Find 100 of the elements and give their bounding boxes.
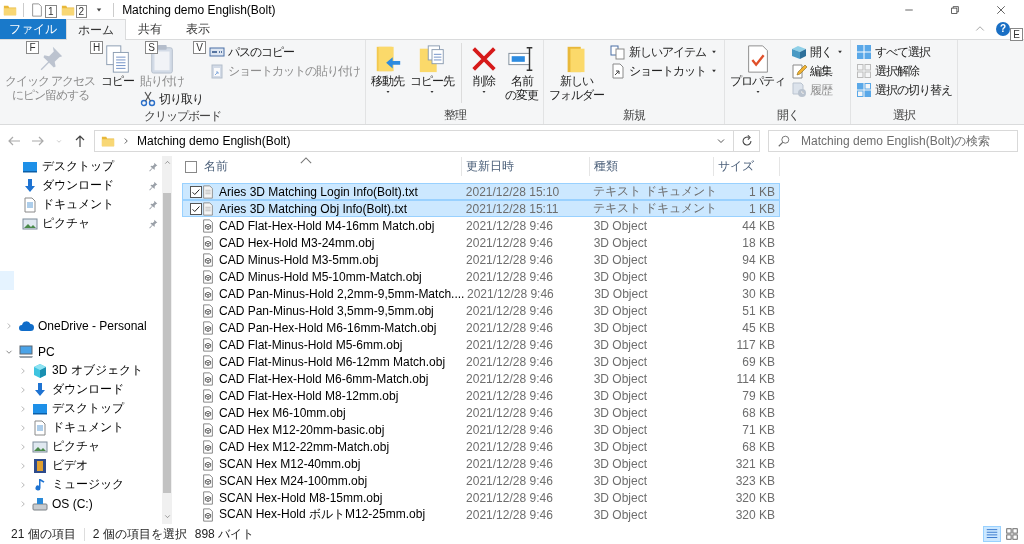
file-row[interactable]: CAD Flat-Hex-Hold M4-16mm Match.obj 2021/12/28 9:46 3D Object 44 KB xyxy=(182,217,780,234)
file-row[interactable]: CAD Flat-Minus-Hold M6-12mm Match.obj 2021/12/28 9:46 3D Object 69 KB xyxy=(182,353,780,370)
table-cell-text: 30 KB xyxy=(741,286,776,301)
ribbon-button[interactable]: 開く xyxy=(789,43,848,61)
file-name: CAD Hex M6-10mm.obj xyxy=(219,405,346,420)
column-header[interactable]: 種類 xyxy=(590,157,714,176)
file-row[interactable]: CAD Hex-Hold M3-24mm.obj 2021/12/28 9:46 3D Object 18 KB xyxy=(182,234,780,251)
ribbon-tab[interactable]: ホーム xyxy=(66,19,126,40)
file-row[interactable]: CAD Pan-Hex-Hold M6-16mm-Match.obj 2021/12/28 9:46 3D Object 45 KB xyxy=(182,319,780,336)
key-tip: E xyxy=(1010,28,1023,41)
nav-item[interactable]: ミュージック xyxy=(0,475,162,494)
nav-item[interactable]: ダウンロード xyxy=(0,380,162,399)
file-row[interactable]: CAD Flat-Hex-Hold M6-6mm-Match.obj 2021/12/28 9:46 3D Object 114 KB xyxy=(182,370,780,387)
ribbon-button[interactable]: 選択解除 xyxy=(854,62,922,80)
file-row[interactable]: Aries 3D Matching Obj Info(Bolt).txt 2021/12/28 15:11 テキスト ドキュメント 1 KB xyxy=(182,200,780,217)
table-cell-text: 69 KB xyxy=(741,354,776,369)
nav-item[interactable]: ドキュメント xyxy=(0,195,162,214)
file-row[interactable]: CAD Pan-Minus-Hold 2,2mm-9,5mm-Match.... 2021/12/28 9:46 3D Object 30 KB xyxy=(182,285,780,302)
file-row[interactable]: CAD Flat-Hex-Hold M8-12mm.obj 2021/12/28 9:46 3D Object 79 KB xyxy=(182,387,780,404)
table-cell-text: 323 KB xyxy=(734,473,776,488)
file-tab[interactable]: ファイル xyxy=(0,19,66,39)
refresh-button[interactable] xyxy=(734,130,760,152)
table-cell-text: 1 KB xyxy=(747,184,776,199)
grid-icon xyxy=(856,44,873,60)
group-label: 開く xyxy=(775,107,800,124)
selection-size: 898 バイト xyxy=(194,525,255,543)
nav-item[interactable]: ビデオ xyxy=(0,456,162,475)
file-row[interactable]: CAD Minus-Hold M3-5mm.obj 2021/12/28 9:46 3D Object 94 KB xyxy=(182,251,780,268)
file-row[interactable]: SCAN Hex M24-100mm.obj 2021/12/28 9:46 3D Object 323 KB xyxy=(182,472,780,489)
ribbon-button[interactable]: 新しい フォルダー xyxy=(547,43,607,103)
ribbon-button[interactable]: すべて選択 xyxy=(854,43,933,61)
cube-file-icon xyxy=(201,303,215,318)
file-name: CAD Pan-Minus-Hold 2,2mm-9,5mm-Match.... xyxy=(219,286,465,301)
table-cell-text: 2021/12/28 9:46 xyxy=(465,269,554,284)
address-field[interactable]: Matching demo English(Bolt) xyxy=(94,130,734,152)
new-item-icon xyxy=(610,44,627,60)
table-cell-text: 3D Object xyxy=(592,507,648,522)
table-cell-text: 2021/12/28 9:46 xyxy=(466,286,555,301)
nav-item[interactable]: デスクトップ xyxy=(0,399,162,418)
ribbon-button[interactable]: 削除 xyxy=(467,43,502,97)
file-row[interactable]: CAD Pan-Minus-Hold 3,5mm-9,5mm.obj 2021/12/28 9:46 3D Object 51 KB xyxy=(182,302,780,319)
scrollbar[interactable] xyxy=(162,156,172,524)
quick-access-button[interactable] xyxy=(30,2,44,17)
file-row[interactable]: CAD Hex M6-10mm.obj 2021/12/28 9:46 3D Object 68 KB xyxy=(182,404,780,421)
ribbon-tab[interactable]: 表示 xyxy=(174,19,222,39)
cube-file-icon xyxy=(201,337,215,352)
file-row[interactable]: SCAN Hex-Hold ボルトM12-25mm.obj 2021/12/28 9:46 3D Object 320 KB xyxy=(182,506,780,523)
table-cell-text: 3D Object xyxy=(592,235,648,250)
ribbon-button[interactable]: コピー先 xyxy=(408,43,457,97)
ribbon-button[interactable]: 切り取り xyxy=(138,90,206,108)
nav-item[interactable]: ドキュメント xyxy=(0,418,162,437)
file-row[interactable]: CAD Flat-Minus-Hold M5-6mm.obj 2021/12/28 9:46 3D Object 117 KB xyxy=(182,336,780,353)
file-row[interactable]: CAD Hex M12-22mm-Match.obj 2021/12/28 9:46 3D Object 68 KB xyxy=(182,438,780,455)
file-row[interactable]: SCAN Hex-Hold M8-15mm.obj 2021/12/28 9:46 3D Object 320 KB xyxy=(182,489,780,506)
ribbon-button[interactable]: プロパティ xyxy=(728,43,788,97)
ribbon-button[interactable]: 新しいアイテム xyxy=(608,43,722,61)
ribbon-button[interactable]: 名前 の変更 xyxy=(503,43,541,103)
table-cell-text: 2021/12/28 9:46 xyxy=(465,218,554,233)
nav-item[interactable]: ダウンロード xyxy=(0,176,162,195)
nav-item[interactable]: PC xyxy=(0,342,162,361)
help-button[interactable]: ? xyxy=(996,22,1010,36)
ribbon-button[interactable]: パスのコピー xyxy=(207,43,297,61)
ribbon-tab[interactable]: 共有 xyxy=(126,19,174,39)
column-header[interactable]: サイズ xyxy=(714,157,780,176)
file-name: CAD Hex M12-22mm-Match.obj xyxy=(219,439,390,454)
table-cell-text: 3D Object xyxy=(592,388,648,403)
nav-item[interactable]: ピクチャ xyxy=(0,214,162,233)
nav-item[interactable]: デスクトップ xyxy=(0,157,162,176)
nav-item[interactable]: OS (C:) xyxy=(0,494,162,513)
key-tip: H xyxy=(90,41,104,54)
nav-item[interactable]: ピクチャ xyxy=(0,437,162,456)
file-row[interactable]: SCAN Hex M12-40mm.obj 2021/12/28 9:46 3D Object 321 KB xyxy=(182,455,780,472)
nav-item[interactable]: OneDrive - Personal xyxy=(0,316,162,335)
table-cell-text: 2021/12/28 15:11 xyxy=(464,201,560,216)
file-row[interactable]: Aries 3D Matching Login Info(Bolt).txt 2021/12/28 15:10 テキスト ドキュメント 1 KB xyxy=(182,183,780,200)
cube-file-icon xyxy=(201,507,215,522)
cube-file-icon xyxy=(201,456,215,471)
nav-item[interactable]: 3D オブジェクト xyxy=(0,361,162,380)
view-button[interactable] xyxy=(983,526,1001,542)
file-name: Aries 3D Matching Obj Info(Bolt).txt xyxy=(219,201,408,216)
checkbox[interactable] xyxy=(190,185,202,198)
column-header[interactable]: 名前 xyxy=(200,157,462,176)
column-header[interactable]: 更新日時 xyxy=(462,157,590,176)
restore-icon xyxy=(949,3,961,16)
table-cell-text: 3D Object xyxy=(592,269,648,284)
file-name: CAD Minus-Hold M3-5mm.obj xyxy=(219,252,379,267)
file-row[interactable]: CAD Hex M12-20mm-basic.obj 2021/12/28 9:46 3D Object 71 KB xyxy=(182,421,780,438)
cube-file-icon xyxy=(201,252,215,267)
ribbon-button[interactable]: 選択の切り替え xyxy=(854,81,955,99)
checkbox[interactable] xyxy=(185,160,197,173)
search-field[interactable]: Matching demo English(Bolt)の検索 xyxy=(768,130,1018,152)
view-button[interactable] xyxy=(1003,526,1021,542)
ribbon-button[interactable]: ショートカット xyxy=(608,62,722,80)
cube-file-icon xyxy=(201,473,215,488)
file-row[interactable]: CAD Minus-Hold M5-10mm-Match.obj 2021/12/28 9:46 3D Object 90 KB xyxy=(182,268,780,285)
checkbox[interactable] xyxy=(190,202,202,215)
ribbon-button[interactable]: 編集 xyxy=(789,62,835,80)
table-cell-text: 2021/12/28 9:46 xyxy=(465,388,554,403)
cube-file-icon xyxy=(201,320,215,335)
ribbon-button[interactable]: 移動先 xyxy=(369,43,407,97)
